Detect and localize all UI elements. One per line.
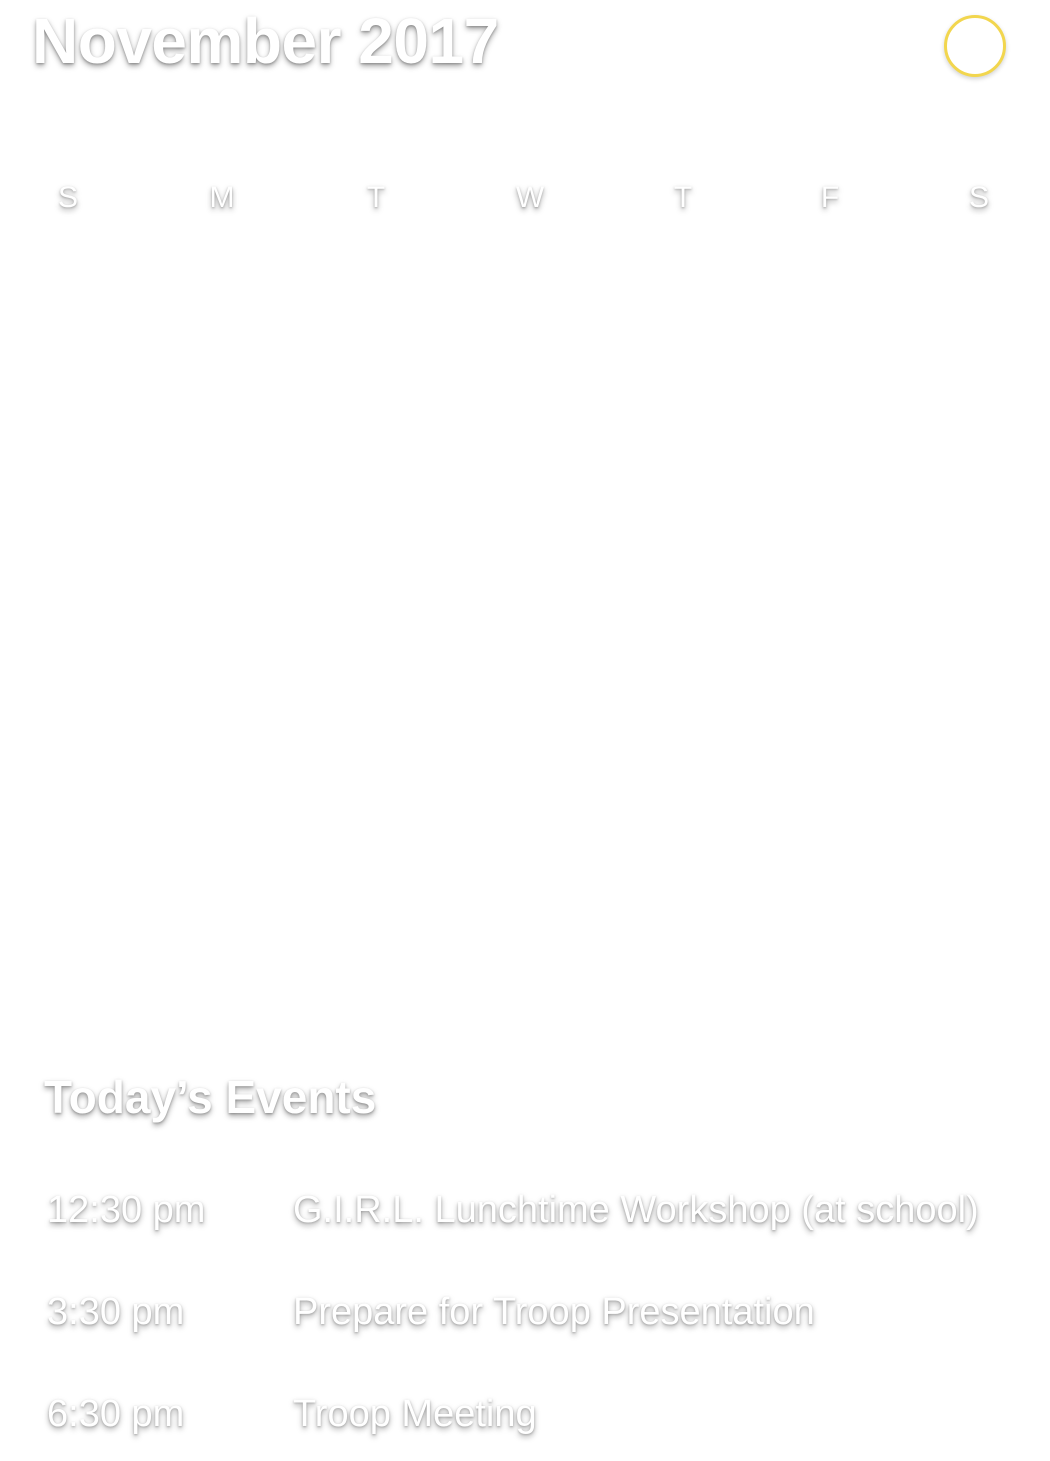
event-item[interactable]: 3:30 pm Prepare for Troop Presentation xyxy=(0,1284,1050,1340)
event-title: Prepare for Troop Presentation xyxy=(293,1291,815,1333)
event-title: G.I.R.L. Lunchtime Workshop (at school) xyxy=(293,1189,979,1231)
weekday-saturday: S xyxy=(968,181,990,214)
event-time: 3:30 pm xyxy=(47,1291,185,1333)
weekday-thursday: T xyxy=(673,181,693,214)
event-title: Troop Meeting xyxy=(293,1393,537,1435)
month-title: November 2017 xyxy=(32,5,499,77)
weekday-monday: M xyxy=(209,181,235,214)
weekday-friday: F xyxy=(820,181,840,214)
calendar-grid xyxy=(30,230,1020,1030)
event-item[interactable]: 12:30 pm G.I.R.L. Lunchtime Workshop (at… xyxy=(0,1182,1050,1238)
weekday-wednesday: W xyxy=(515,181,545,214)
events-heading: Today’s Events xyxy=(44,1071,377,1123)
weekday-tuesday: T xyxy=(366,181,386,214)
close-icon xyxy=(962,33,988,59)
weekday-sunday: S xyxy=(57,181,79,214)
weekday-header: S M T W T F S xyxy=(0,176,1050,220)
event-item[interactable]: 6:30 pm Troop Meeting xyxy=(0,1386,1050,1442)
close-button[interactable] xyxy=(944,15,1006,77)
event-time: 12:30 pm xyxy=(47,1189,206,1231)
event-time: 6:30 pm xyxy=(47,1393,185,1435)
